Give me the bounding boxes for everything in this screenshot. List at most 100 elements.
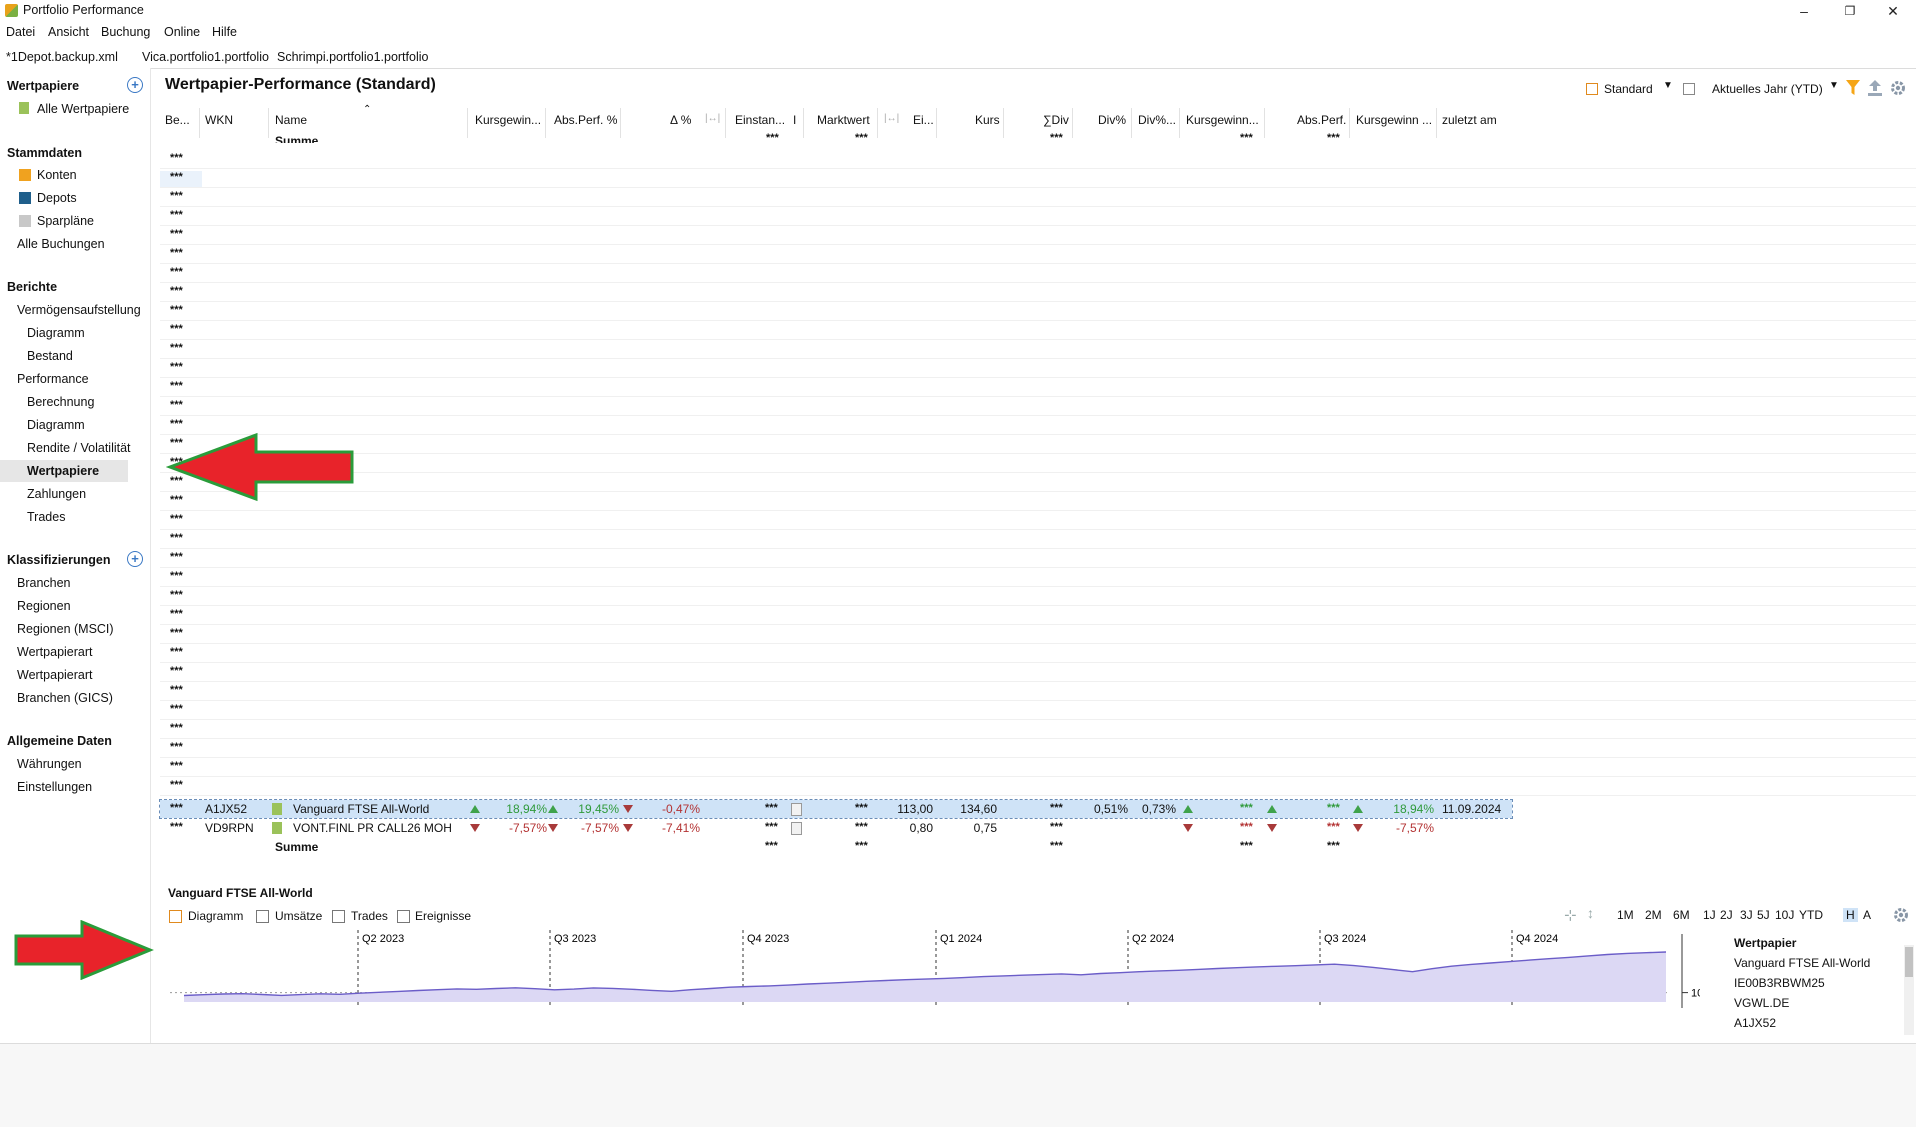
range-button-1m[interactable]: 1M — [1617, 908, 1634, 922]
col-header-div-pct[interactable]: Div% — [1098, 113, 1126, 127]
col-header-einstandskurs[interactable]: Ei... — [913, 113, 934, 127]
sidebar-item-rendite-volatilitaet[interactable]: Rendite / Volatilität — [27, 441, 131, 455]
x-tick-label: Q4 2024 — [1516, 933, 1558, 945]
add-security-icon[interactable]: + — [127, 77, 143, 93]
sidebar-item-branchen[interactable]: Branchen — [17, 576, 71, 590]
sidebar-item-zahlungen[interactable]: Zahlungen — [27, 487, 86, 501]
range-button-2m[interactable]: 2M — [1645, 908, 1662, 922]
checkbox-trades-label[interactable]: Trades — [351, 909, 388, 923]
crosshair-icon[interactable]: ⊹ — [1564, 906, 1577, 924]
restore-button[interactable]: ❐ — [1827, 0, 1873, 22]
sidebar-item-alle-wertpapiere[interactable]: Alle Wertpapiere — [37, 102, 129, 116]
minimize-button[interactable]: – — [1781, 0, 1827, 22]
col-header-einstand[interactable]: Einstan... — [735, 113, 785, 127]
calendar-icon[interactable] — [1683, 83, 1695, 95]
table-row-vontobel[interactable]: *** VD9RPN VONT.FINL PR CALL26 MOH -7,57… — [160, 819, 1512, 837]
period-select[interactable]: Aktuelles Jahr (YTD) — [1712, 82, 1823, 96]
sidebar-item-performance-diagramm[interactable]: Diagramm — [27, 418, 85, 432]
sidebar-item-regionen[interactable]: Regionen — [17, 599, 71, 613]
row-sum-div: *** — [1050, 821, 1063, 833]
price-history-chart[interactable]: Q2 2023 Q3 2023 Q4 2023 Q1 2024 Q2 2024 Q3 20… — [170, 930, 1700, 1008]
scale-icon[interactable]: ↕ — [1587, 905, 1594, 921]
checkbox-diagramm-label[interactable]: Diagramm — [188, 909, 243, 923]
info-scrollbar[interactable] — [1904, 945, 1914, 1035]
sidebar-item-alle-buchungen[interactable]: Alle Buchungen — [17, 237, 105, 251]
col-header-kursgewinn-pct-2[interactable]: Kursgewinn ... — [1356, 113, 1432, 127]
range-button-1j[interactable]: 1J — [1703, 908, 1716, 922]
sidebar-item-wertpapierart-2[interactable]: Wertpapierart — [17, 668, 93, 682]
sidebar-item-vermoegensaufstellung[interactable]: Vermögensaufstellung — [17, 303, 141, 317]
col-header-resize-icon[interactable]: |↔| — [705, 113, 720, 124]
col-header-delta-pct[interactable]: Δ % — [670, 113, 691, 127]
menu-datei[interactable]: Datei — [6, 25, 35, 39]
trend-up-icon — [548, 805, 558, 813]
settings-gear-icon[interactable] — [1890, 80, 1906, 96]
close-button[interactable]: ✕ — [1870, 0, 1916, 22]
sidebar-item-bestand[interactable]: Bestand — [27, 349, 73, 363]
period-dropdown-icon[interactable]: ▼ — [1829, 80, 1839, 91]
col-header-div-pct-2[interactable]: Div%... — [1138, 113, 1176, 127]
row-gridline — [160, 472, 1916, 473]
view-dropdown-icon[interactable]: ▼ — [1663, 80, 1673, 91]
menu-buchung[interactable]: Buchung — [101, 25, 150, 39]
sidebar-item-branchen-gics[interactable]: Branchen (GICS) — [17, 691, 113, 705]
checkbox-umsaetze[interactable] — [256, 910, 269, 923]
sidebar-item-konten[interactable]: Konten — [37, 168, 77, 182]
range-button-10j[interactable]: 10J — [1775, 908, 1794, 922]
col-header-abs-perf-pct[interactable]: Abs.Perf. % — [554, 113, 617, 127]
col-header-abs-perf[interactable]: Abs.Perf. — [1297, 113, 1346, 127]
checkbox-diagramm[interactable] — [169, 910, 182, 923]
col-header-name[interactable]: Name — [275, 113, 307, 127]
table-row-vanguard[interactable]: *** A1JX52 Vanguard FTSE All-World 18,94… — [159, 799, 1513, 819]
sidebar-item-trades[interactable]: Trades — [27, 510, 65, 524]
checkbox-ereignisse-label[interactable]: Ereignisse — [415, 909, 471, 923]
row-gridline — [160, 377, 1916, 378]
col-header-wkn[interactable]: WKN — [205, 113, 233, 127]
col-separator — [268, 108, 269, 138]
range-button-h[interactable]: H — [1843, 908, 1858, 922]
col-header-marktwert[interactable]: Marktwert — [817, 113, 870, 127]
chart-settings-gear-icon[interactable] — [1893, 907, 1909, 923]
sidebar-item-einstellungen[interactable]: Einstellungen — [17, 780, 92, 794]
range-button-a[interactable]: A — [1863, 908, 1871, 922]
range-button-6m[interactable]: 6M — [1673, 908, 1690, 922]
menu-hilfe[interactable]: Hilfe — [212, 25, 237, 39]
view-select[interactable]: Standard — [1604, 82, 1653, 96]
sidebar-item-performance[interactable]: Performance — [17, 372, 89, 386]
filter-icon[interactable] — [1846, 80, 1860, 96]
note-icon — [791, 803, 802, 816]
range-button-ytd[interactable]: YTD — [1799, 908, 1823, 922]
col-header-resize-icon-2[interactable]: |↔| — [884, 113, 899, 124]
col-header-i[interactable]: I — [793, 113, 796, 127]
range-button-5j[interactable]: 5J — [1757, 908, 1770, 922]
tab-schrimpi[interactable]: Schrimpi.portfolio1.portfolio — [273, 48, 432, 66]
tab-depot-backup[interactable]: *1Depot.backup.xml — [2, 48, 122, 66]
col-header-kurs[interactable]: Kurs — [975, 113, 1000, 127]
menu-online[interactable]: Online — [164, 25, 200, 39]
menu-ansicht[interactable]: Ansicht — [48, 25, 89, 39]
tab-vica[interactable]: Vica.portfolio1.portfolio — [138, 48, 273, 66]
checkbox-ereignisse[interactable] — [397, 910, 410, 923]
row-einstand: *** — [765, 802, 778, 814]
masked-row-marker: *** — [170, 513, 183, 525]
range-button-2j[interactable]: 2J — [1720, 908, 1733, 922]
sidebar-item-diagramm[interactable]: Diagramm — [27, 326, 85, 340]
add-classification-icon[interactable]: + — [127, 551, 143, 567]
checkbox-trades[interactable] — [332, 910, 345, 923]
sidebar-item-berechnung[interactable]: Berechnung — [27, 395, 94, 409]
col-header-zuletzt-am[interactable]: zuletzt am — [1442, 113, 1497, 127]
checkbox-umsaetze-label[interactable]: Umsätze — [275, 909, 322, 923]
col-header-kursgewinn[interactable]: Kursgewin... — [475, 113, 541, 127]
export-icon[interactable] — [1868, 80, 1882, 96]
range-button-3j[interactable]: 3J — [1740, 908, 1753, 922]
sidebar-item-regionen-msci[interactable]: Regionen (MSCI) — [17, 622, 114, 636]
col-header-sum-div[interactable]: ∑Div — [1043, 113, 1069, 127]
sidebar-item-depots[interactable]: Depots — [37, 191, 77, 205]
col-header-kursgewinn-abs[interactable]: Kursgewinn... — [1186, 113, 1259, 127]
col-header-be[interactable]: Be... — [165, 113, 190, 127]
sidebar-item-waehrungen[interactable]: Währungen — [17, 757, 82, 771]
row-gridline — [160, 586, 1916, 587]
sidebar-item-wertpapierart[interactable]: Wertpapierart — [17, 645, 93, 659]
sidebar-item-wertpapiere-selected[interactable]: Wertpapiere — [0, 460, 128, 482]
sidebar-item-sparplaene[interactable]: Sparpläne — [37, 214, 94, 228]
